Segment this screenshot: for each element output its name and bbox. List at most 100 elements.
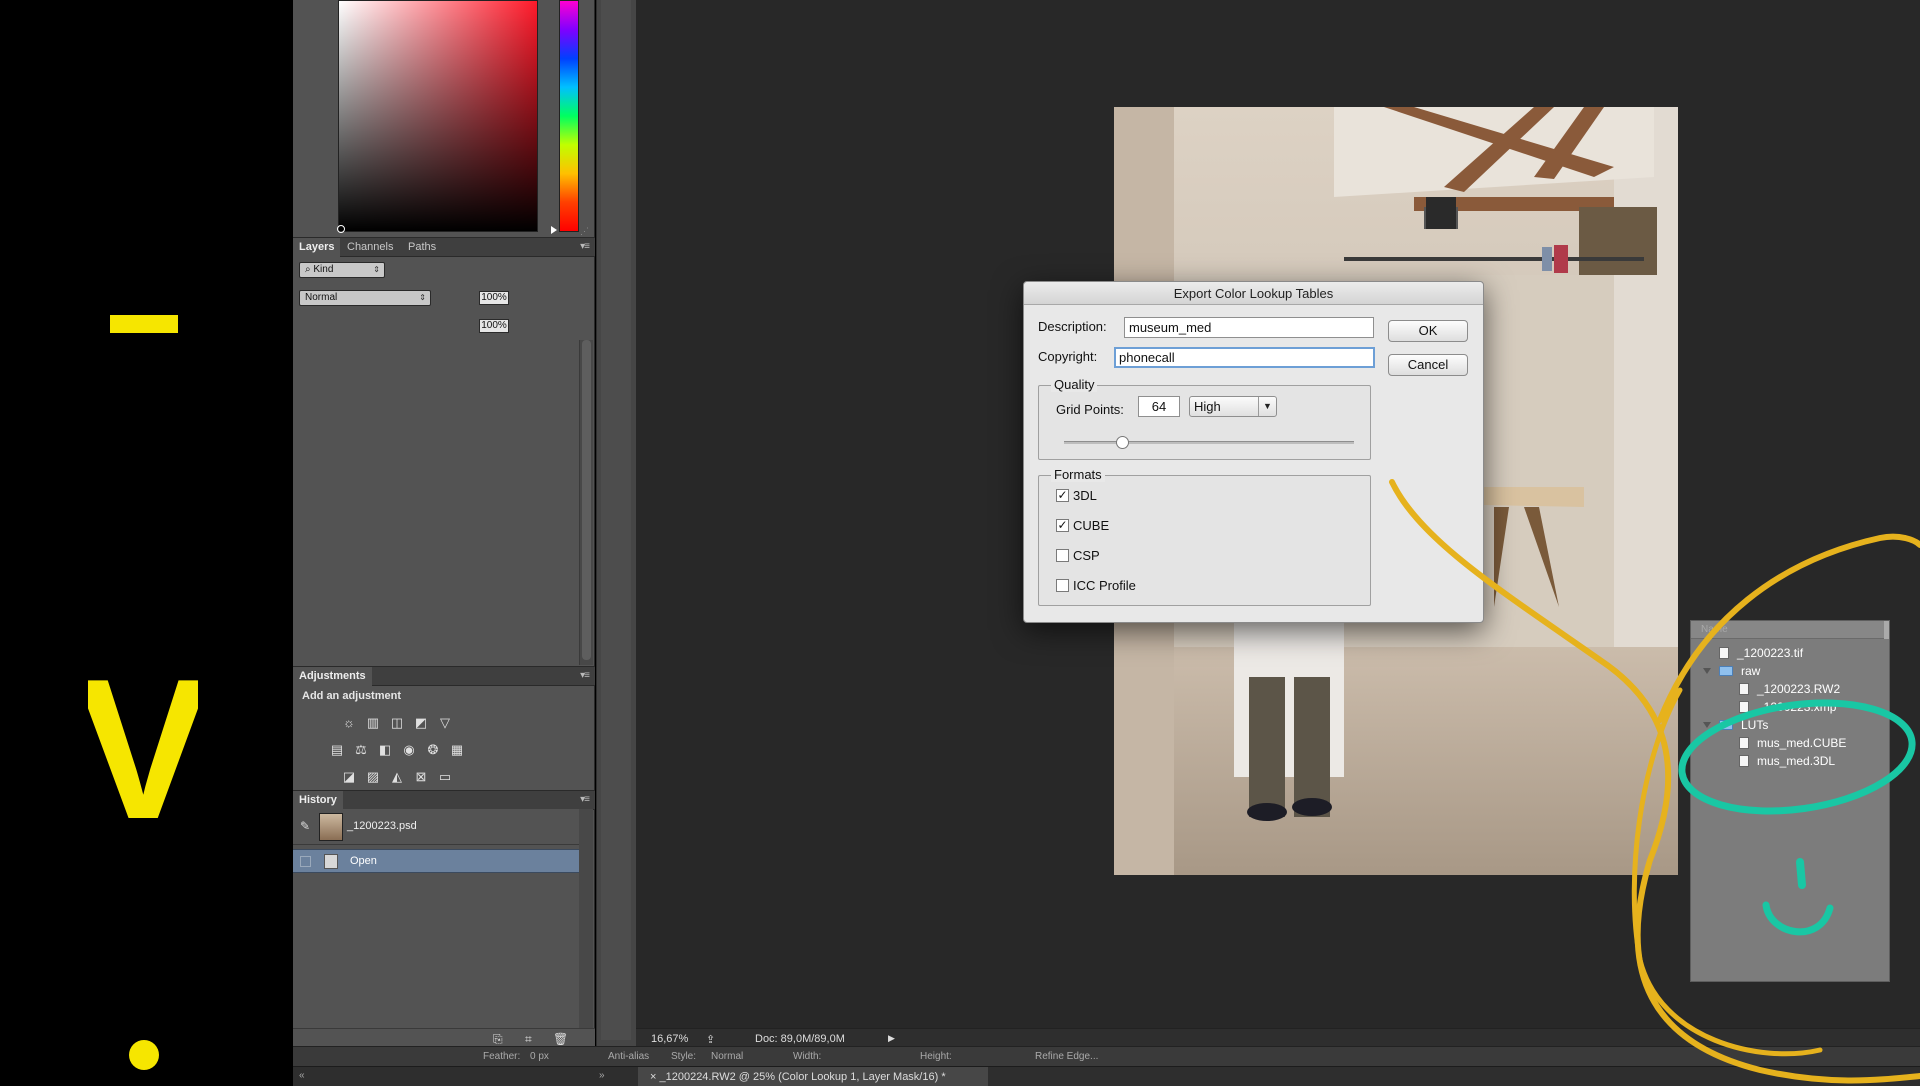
curves-icon[interactable]: ◫ <box>389 716 405 730</box>
quality-slider[interactable] <box>1064 436 1354 449</box>
blend-mode-select[interactable]: Normal ⇕ <box>299 290 431 306</box>
color-lookup-icon[interactable]: ▦ <box>449 743 465 757</box>
height-label: Height: <box>920 1051 952 1062</box>
cancel-button[interactable]: Cancel <box>1388 354 1468 376</box>
dialog-title: Export Color Lookup Tables <box>1024 282 1483 305</box>
history-state-open[interactable]: Open <box>293 849 579 873</box>
feather-input[interactable]: 0 px <box>530 1051 549 1062</box>
history-snapshot-row[interactable]: ✎ _1200223.psd <box>293 809 579 845</box>
file-item[interactable]: _1200223.RW2 <box>1739 682 1840 699</box>
new-document-from-state-icon[interactable]: ⎘ <box>493 1032 503 1047</box>
search-icon: ⌕ <box>305 264 311 275</box>
folder-item[interactable]: raw <box>1703 664 1760 681</box>
levels-icon[interactable]: ▥ <box>365 716 381 730</box>
tab-paths[interactable]: Paths <box>402 238 442 257</box>
ok-button[interactable]: OK <box>1388 320 1468 342</box>
vibrance-icon[interactable]: ▽ <box>437 716 453 730</box>
format-checkbox[interactable] <box>1056 549 1069 562</box>
collapse-right-icon[interactable]: » <box>599 1070 605 1081</box>
file-list-scrollbar[interactable] <box>1884 621 1889 639</box>
export-lut-dialog: Export Color Lookup Tables Description: … <box>1023 281 1484 623</box>
export-icon[interactable]: ⇪ <box>706 1033 715 1046</box>
resize-grip-icon[interactable]: ⋰ <box>580 226 589 237</box>
selective-color-icon[interactable]: ⊠ <box>413 770 429 784</box>
refine-edge-button[interactable]: Refine Edge... <box>1035 1051 1098 1062</box>
file-list-header[interactable]: Name <box>1691 621 1889 639</box>
tab-channels[interactable]: Channels <box>341 238 399 257</box>
fill-field[interactable]: 100% <box>479 319 509 333</box>
history-source-checkbox[interactable] <box>300 856 311 867</box>
folder-icon <box>1719 720 1733 730</box>
file-name: mus_med.3DL <box>1757 754 1836 768</box>
black-white-icon[interactable]: ◧ <box>377 743 393 757</box>
file-item[interactable]: mus_med.CUBE <box>1739 736 1846 753</box>
yellow-dot-mark <box>129 1040 159 1070</box>
options-bar: Feather: 0 px Anti-alias Style: Normal W… <box>293 1046 1920 1066</box>
file-icon <box>1739 683 1749 695</box>
file-icon <box>1739 701 1749 713</box>
quality-select[interactable]: High ▼ <box>1189 396 1277 417</box>
history-brush-icon[interactable]: ✎ <box>300 819 310 833</box>
zoom-level[interactable]: 16,67% <box>651 1033 688 1045</box>
tab-adjustments[interactable]: Adjustments <box>293 667 372 686</box>
hue-saturation-icon[interactable]: ▤ <box>329 743 345 757</box>
quality-slider-knob[interactable] <box>1116 436 1129 449</box>
description-input[interactable]: museum_med <box>1124 317 1374 338</box>
history-scrollbar[interactable] <box>579 809 593 1029</box>
file-item[interactable]: _1200223.tif <box>1719 646 1803 663</box>
tab-layers[interactable]: Layers <box>293 238 341 257</box>
photo-filter-icon[interactable]: ◉ <box>401 743 417 757</box>
hue-slider-arrow[interactable] <box>551 226 557 234</box>
grid-points-input[interactable]: 64 <box>1138 396 1180 417</box>
collapse-left-icon[interactable]: « <box>299 1070 305 1081</box>
formats-group-title: Formats <box>1051 467 1105 482</box>
format-checkbox[interactable]: ✓ <box>1056 489 1069 502</box>
blend-mode-label: Normal <box>305 292 338 303</box>
file-item[interactable]: _1200223.xmp <box>1739 700 1836 717</box>
layers-scrollbar[interactable] <box>579 340 593 665</box>
brightness-icon[interactable]: ☼ <box>341 716 357 730</box>
gradient-map-icon[interactable]: ▭ <box>437 770 453 784</box>
format-label: ICC Profile <box>1073 578 1136 593</box>
document-tab[interactable]: × _1200224.RW2 @ 25% (Color Lookup 1, La… <box>638 1067 988 1086</box>
layers-scroll-thumb[interactable] <box>582 340 591 660</box>
document-tab-title: _1200224.RW2 @ 25% (Color Lookup 1, Laye… <box>659 1071 946 1083</box>
threshold-icon[interactable]: ◭ <box>389 770 405 784</box>
exposure-icon[interactable]: ◩ <box>413 716 429 730</box>
layer-filter-kind[interactable]: ⌕ Kind ⇕ <box>299 262 385 278</box>
file-item[interactable]: mus_med.3DL <box>1739 754 1835 771</box>
posterize-icon[interactable]: ▨ <box>365 770 381 784</box>
tab-history[interactable]: History <box>293 791 343 810</box>
file-name: raw <box>1741 664 1761 678</box>
camera-icon[interactable]: ⌗ <box>525 1032 532 1047</box>
color-picker-knob[interactable] <box>337 225 345 233</box>
panel-dock: ⋰ Layers Channels Paths ▾≡ ⌕ Kind ⇕ Norm… <box>293 0 595 1086</box>
panel-menu-icon[interactable]: ▾≡ <box>580 670 590 681</box>
format-checkbox[interactable]: ✓ <box>1056 519 1069 532</box>
style-select[interactable]: Normal <box>711 1051 743 1062</box>
screen: V ⋰ Layers Channels Paths ▾≡ ⌕ Kind ⇕ No… <box>0 0 1920 1086</box>
snapshot-thumbnail <box>319 813 343 841</box>
style-label: Style: <box>671 1051 697 1062</box>
hue-slider[interactable] <box>559 0 579 232</box>
panel-menu-icon[interactable]: ▾≡ <box>580 241 590 252</box>
panel-menu-icon[interactable]: ▾≡ <box>580 794 590 805</box>
opacity-field[interactable]: 100% <box>479 291 509 305</box>
invert-icon[interactable]: ◪ <box>341 770 357 784</box>
folder-item[interactable]: LUTs <box>1703 718 1768 735</box>
file-icon <box>1739 737 1749 749</box>
copyright-input[interactable]: phonecall <box>1114 347 1375 368</box>
color-picker-field[interactable] <box>338 0 538 232</box>
format-checkbox[interactable] <box>1056 579 1069 592</box>
trash-icon[interactable]: 🗑 <box>553 1032 568 1046</box>
disclosure-triangle-icon[interactable] <box>1703 722 1711 728</box>
grid-points-label: Grid Points: <box>1056 402 1124 417</box>
channel-mixer-icon[interactable]: ❂ <box>425 743 441 757</box>
quality-group-title: Quality <box>1051 377 1098 392</box>
dock-divider[interactable] <box>596 0 636 1086</box>
status-menu-arrow-icon[interactable]: ▶ <box>888 1033 895 1044</box>
anti-alias-checkbox[interactable]: Anti-alias <box>608 1051 649 1062</box>
color-balance-icon[interactable]: ⚖ <box>353 743 369 757</box>
disclosure-triangle-icon[interactable] <box>1703 668 1711 674</box>
letter-v-text: V <box>88 640 198 830</box>
